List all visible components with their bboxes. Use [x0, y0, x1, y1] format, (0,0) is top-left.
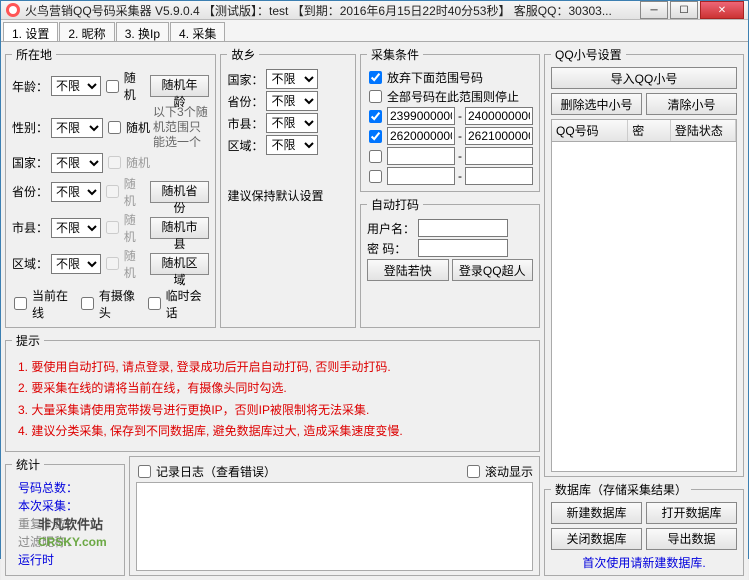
col-qq: QQ号码 [552, 120, 628, 141]
watermark: 非凡软件站CRSKY.com [38, 514, 107, 549]
titlebar: 火鸟营销QQ号码采集器 V5.9.0.4 【测试版】：test 【到期：2016… [1, 1, 748, 20]
sex-select[interactable]: 不限 [51, 118, 103, 138]
age-label: 年龄： [12, 78, 48, 95]
country-random-cb [108, 156, 121, 169]
random-province-button[interactable]: 随机省份 [150, 181, 210, 203]
age-random-cb[interactable] [106, 80, 119, 93]
autocode-group: 自动打码 用户名： 密 码： 登陆若快登录QQ超人 [360, 196, 540, 328]
login-ruokuai-button[interactable]: 登陆若快 [367, 259, 449, 281]
range3-from[interactable] [387, 147, 455, 165]
tip-2: 2. 要采集在线的请将当前在线，有摄像头同时勾选. [18, 378, 527, 400]
log-scroll-cb[interactable] [467, 465, 480, 478]
random-city-button[interactable]: 随机市县 [150, 217, 210, 239]
location-group: 所在地 年龄： 不限 随机 随机年龄 性别： 不限 随机 以下3个随机范围只能选… [5, 46, 216, 328]
province-label: 省份： [12, 183, 48, 200]
area-select[interactable]: 不限 [51, 254, 101, 274]
province-random-cb [106, 185, 119, 198]
range3-to[interactable] [465, 147, 533, 165]
ht-province-select[interactable]: 不限 [266, 91, 318, 111]
autocode-pass-input[interactable] [418, 239, 508, 257]
window-title: 火鸟营销QQ号码采集器 V5.9.0.4 【测试版】：test 【到期：2016… [25, 2, 638, 19]
login-qqsr-button[interactable]: 登录QQ超人 [452, 259, 534, 281]
tab-nickname[interactable]: 2. 昵称 [59, 22, 114, 41]
autocode-user-input[interactable] [418, 219, 508, 237]
random-area-button[interactable]: 随机区域 [150, 253, 210, 275]
collect-cond-group: 采集条件 放弃下面范围号码 全部号码在此范围则停止 - - - - [360, 46, 540, 192]
city-random-cb [106, 221, 119, 234]
log-textarea[interactable] [136, 482, 533, 571]
province-select[interactable]: 不限 [51, 182, 101, 202]
tip-1: 1. 要使用自动打码, 请点登录, 登录成功后开启自动打码, 否则手动打码. [18, 357, 527, 379]
ht-city-select[interactable]: 不限 [266, 113, 318, 133]
range4-cb[interactable] [369, 170, 382, 183]
random-note: 以下3个随机范围只能选一个 [153, 105, 208, 151]
first-use-link[interactable]: 首次使用请新建数据库. [551, 554, 737, 571]
range1-from[interactable] [387, 107, 455, 125]
online-cb[interactable] [14, 297, 27, 310]
sex-random-cb[interactable] [108, 121, 121, 134]
stats-total: 号码总数： [18, 479, 112, 497]
hometown-group: 故乡 国家：不限 省份：不限 市县：不限 区域：不限 建议保持默认设置 [220, 46, 356, 328]
random-age-button[interactable]: 随机年龄 [150, 75, 210, 97]
qq-accounts-table[interactable]: QQ号码 密 登陆状态 [551, 119, 737, 472]
export-db-button[interactable]: 导出数据 [646, 528, 737, 550]
range2-from[interactable] [387, 127, 455, 145]
city-select[interactable]: 不限 [51, 218, 101, 238]
range3-cb[interactable] [369, 150, 382, 163]
new-db-button[interactable]: 新建数据库 [551, 502, 642, 524]
range1-cb[interactable] [369, 110, 382, 123]
close-button[interactable]: ✕ [700, 1, 744, 19]
database-group: 数据库（存储采集结果） 新建数据库 打开数据库 关闭数据库 导出数据 首次使用请… [544, 481, 744, 576]
minimize-button[interactable]: ─ [640, 1, 668, 19]
app-icon [5, 2, 21, 18]
keep-default-note: 建议保持默认设置 [227, 187, 349, 204]
tips-group: 提示 1. 要使用自动打码, 请点登录, 登录成功后开启自动打码, 否则手动打码… [5, 332, 540, 452]
tab-collect[interactable]: 4. 采集 [170, 22, 225, 41]
tip-3: 3. 大量采集请使用宽带拨号进行更换IP，否则IP被限制将无法采集. [18, 400, 527, 422]
clear-accounts-button[interactable]: 清除小号 [646, 93, 737, 115]
ht-country-select[interactable]: 不限 [266, 69, 318, 89]
col-pass: 密 [628, 120, 671, 141]
open-db-button[interactable]: 打开数据库 [646, 502, 737, 524]
range2-cb[interactable] [369, 130, 382, 143]
area-random-cb [106, 257, 119, 270]
hometown-legend: 故乡 [227, 46, 259, 63]
sex-label: 性别： [12, 119, 48, 136]
tab-changeip[interactable]: 3. 换Ip [116, 22, 169, 41]
tip-4: 4. 建议分类采集, 保存到不同数据库, 避免数据库过大, 造成采集速度变慢. [18, 421, 527, 443]
ht-area-select[interactable]: 不限 [266, 135, 318, 155]
country-select[interactable]: 不限 [51, 153, 103, 173]
range4-to[interactable] [465, 167, 533, 185]
stop-all-cb[interactable] [369, 90, 382, 103]
country-label: 国家： [12, 154, 48, 171]
main-tabs: 1. 设置 2. 昵称 3. 换Ip 4. 采集 [1, 20, 748, 42]
abandon-range-cb[interactable] [369, 71, 382, 84]
import-qq-button[interactable]: 导入QQ小号 [551, 67, 737, 89]
qq-account-group: QQ小号设置 导入QQ小号 删除选中小号 清除小号 QQ号码 密 登陆状态 [544, 46, 744, 477]
tab-settings[interactable]: 1. 设置 [3, 22, 58, 41]
log-group: 记录日志（查看错误） 滚动显示 [129, 456, 540, 576]
close-db-button[interactable]: 关闭数据库 [551, 528, 642, 550]
age-select[interactable]: 不限 [51, 76, 101, 96]
location-legend: 所在地 [12, 46, 56, 63]
delete-selected-button[interactable]: 删除选中小号 [551, 93, 642, 115]
range1-to[interactable] [465, 107, 533, 125]
area-label: 区域： [12, 255, 48, 272]
range4-from[interactable] [387, 167, 455, 185]
stats-this: 本次采集： [18, 497, 112, 515]
maximize-button[interactable]: ☐ [670, 1, 698, 19]
stats-runtime: 运行时 [18, 551, 112, 569]
log-record-cb[interactable] [138, 465, 151, 478]
city-label: 市县： [12, 219, 48, 236]
tempsession-cb[interactable] [148, 297, 161, 310]
col-status: 登陆状态 [671, 120, 736, 141]
camera-cb[interactable] [81, 297, 94, 310]
range2-to[interactable] [465, 127, 533, 145]
